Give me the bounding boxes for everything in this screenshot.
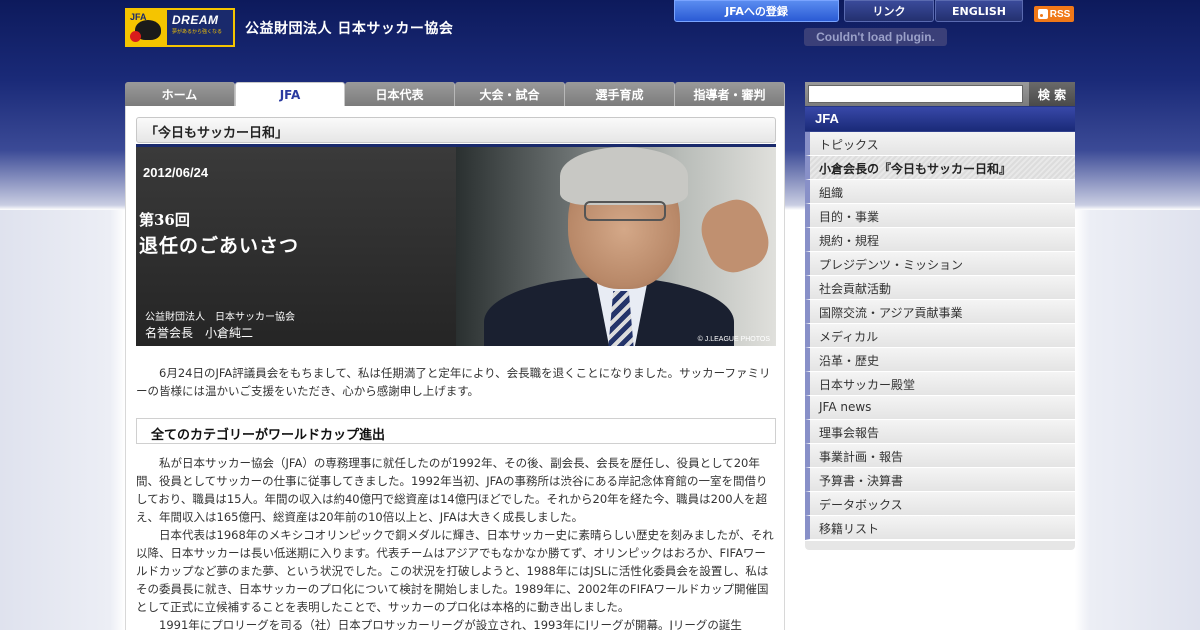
sidebar-item-ogura-column[interactable]: 小倉会長の『今日もサッカー日和』 xyxy=(805,156,1075,180)
article-hero: 2012/06/24 第36回 退任のごあいさつ 公益財団法人 日本サッカー協会… xyxy=(136,144,776,346)
hero-date: 2012/06/24 xyxy=(143,165,209,180)
sidebar-item-history[interactable]: 沿革・歴史 xyxy=(805,348,1075,372)
sidebar-item-medical[interactable]: メディカル xyxy=(805,324,1075,348)
sidebar-item-international[interactable]: 国際交流・アジア貢献事業 xyxy=(805,300,1075,324)
logo-dream: DREAM 夢があるから強くなる xyxy=(167,10,233,45)
section-heading: 全てのカテゴリーがワールドカップ進出 xyxy=(136,418,776,444)
hero-number: 第36回 xyxy=(139,211,190,229)
article-paragraph: 日本代表は1968年のメキシコオリンピックで銅メダルに輝き、日本サッカー史に素晴… xyxy=(136,528,774,614)
sidebar-item-social-contribution[interactable]: 社会貢献活動 xyxy=(805,276,1075,300)
article-paragraph: 私が日本サッカー協会（JFA）の専務理事に就任したのが1992年、その後、副会長… xyxy=(136,456,768,524)
sidebar-item-rules[interactable]: 規約・規程 xyxy=(805,228,1075,252)
sidebar-item-business-plan[interactable]: 事業計画・報告 xyxy=(805,444,1075,468)
org-name: 公益財団法人 日本サッカー協会 xyxy=(245,21,454,37)
rss-button[interactable]: RSS xyxy=(1034,6,1074,22)
sidebar-item-hall-of-fame[interactable]: 日本サッカー殿堂 xyxy=(805,372,1075,396)
ball-emblem-icon xyxy=(130,31,141,42)
links-button[interactable]: リンク xyxy=(844,0,934,22)
tab-jfa[interactable]: JFA xyxy=(235,82,345,106)
sidebar-menu: トピックス 小倉会長の『今日もサッカー日和』 組織 目的・事業 規約・規程 プレ… xyxy=(805,132,1075,540)
tab-coaches-referees[interactable]: 指導者・審判 xyxy=(675,82,785,106)
sidebar-item-board-report[interactable]: 理事会報告 xyxy=(805,420,1075,444)
page-title: 「今日もサッカー日和」 xyxy=(136,117,776,143)
rss-label: RSS xyxy=(1049,8,1071,20)
english-button[interactable]: ENGLISH xyxy=(935,0,1023,22)
search-input[interactable] xyxy=(808,85,1023,103)
logo-dream-text: DREAM xyxy=(172,13,219,27)
search-button[interactable]: 検 索 xyxy=(1029,82,1075,106)
tab-competitions[interactable]: 大会・試合 xyxy=(455,82,565,106)
hero-text-panel: 2012/06/24 第36回 退任のごあいさつ 公益財団法人 日本サッカー協会… xyxy=(136,147,456,346)
photo-credit: © J.LEAGUE PHOTOS xyxy=(697,336,770,343)
sidebar-item-organization[interactable]: 組織 xyxy=(805,180,1075,204)
sidebar-item-jfa-news[interactable]: JFA news xyxy=(805,396,1075,420)
jfa-emblem: JFA xyxy=(127,10,167,45)
logo-tagline: 夢があるから強くなる xyxy=(172,29,223,35)
tab-national-team[interactable]: 日本代表 xyxy=(345,82,455,106)
jfa-registration-button[interactable]: JFAへの登録 xyxy=(674,0,839,22)
article-intro: 6月24日のJFA評議員会をもちまして、私は任期満了と定年により、会長職を退くこ… xyxy=(136,366,771,398)
author-photo: © J.LEAGUE PHOTOS xyxy=(456,147,776,346)
hero-author: 名誉会長 小倉純二 xyxy=(145,326,254,340)
hero-title: 退任のごあいさつ xyxy=(139,235,300,257)
tab-player-development[interactable]: 選手育成 xyxy=(565,82,675,106)
sidebar-item-budget[interactable]: 予算書・決算書 xyxy=(805,468,1075,492)
hero-org: 公益財団法人 日本サッカー協会 xyxy=(145,312,295,323)
tab-home[interactable]: ホーム xyxy=(125,82,235,106)
jfa-dream-logo[interactable]: JFA DREAM 夢があるから強くなる xyxy=(125,8,235,47)
sidebar-item-topics[interactable]: トピックス xyxy=(805,132,1075,156)
sidebar-item-presidents-mission[interactable]: プレジデンツ・ミッション xyxy=(805,252,1075,276)
sidebar-item-databox[interactable]: データボックス xyxy=(805,492,1075,516)
sidebar-item-transfer-list[interactable]: 移籍リスト xyxy=(805,516,1075,540)
main-nav-tabs: ホーム JFA 日本代表 大会・試合 選手育成 指導者・審判 xyxy=(125,82,785,106)
rss-icon xyxy=(1037,9,1048,19)
search-bar: 検 索 xyxy=(805,82,1075,106)
plugin-error: Couldn't load plugin. xyxy=(804,28,947,46)
sidebar-heading: JFA xyxy=(805,107,1075,131)
sidebar-footer xyxy=(805,541,1075,550)
sidebar-item-purpose[interactable]: 目的・事業 xyxy=(805,204,1075,228)
main-content: 「今日もサッカー日和」 2012/06/24 第36回 退任のごあいさつ 公益財… xyxy=(125,106,785,630)
article-paragraph: 1991年にプロリーグを司る（社）日本プロサッカーリーグが設立され、1993年に… xyxy=(159,618,742,630)
